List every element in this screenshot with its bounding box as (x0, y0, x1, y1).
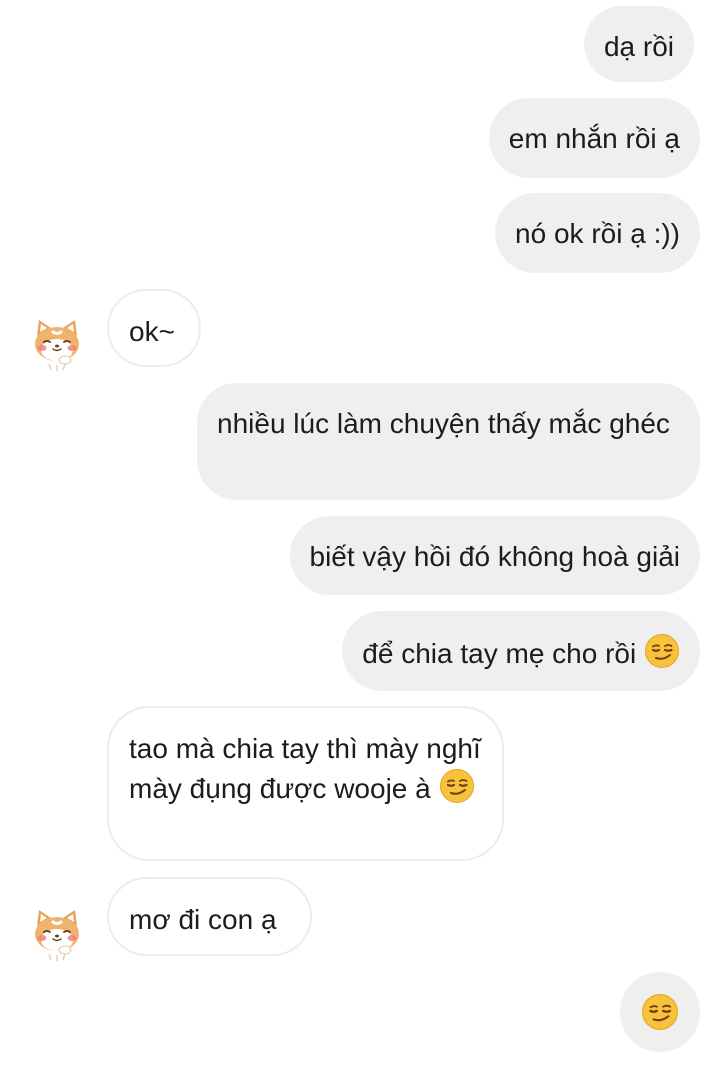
received-message-bubble[interactable]: mơ đi con ạ (107, 877, 312, 956)
message-text: mơ đi con ạ (129, 904, 277, 935)
sent-message-bubble[interactable]: để chia tay mẹ cho rồi (342, 611, 700, 691)
message-text: ok~ (129, 316, 175, 347)
sent-message-bubble[interactable]: dạ rồi (583, 6, 694, 82)
sent-message-bubble[interactable]: nhiều lúc làm chuyện thấy mắc ghéc (197, 383, 700, 500)
sent-message-bubble[interactable]: nó ok rồi ạ :)) (495, 193, 700, 273)
message-text: để chia tay mẹ cho rồi (362, 638, 637, 669)
message-text: nó ok rồi ạ :)) (515, 218, 680, 249)
smirk-emoji-icon (641, 993, 679, 1031)
message-text: em nhắn rồi ạ (508, 123, 680, 154)
received-message-bubble[interactable]: tao mà chia tay thì mày nghĩ mày đụng đư… (107, 706, 504, 861)
sent-message-bubble[interactable]: biết vậy hồi đó không hoà giải (289, 516, 700, 595)
sent-message-bubble[interactable]: em nhắn rồi ạ (488, 98, 700, 178)
message-text: dạ rồi (603, 31, 674, 62)
message-text: tao mà chia tay thì mày nghĩ mày đụng đư… (129, 733, 481, 804)
message-text: nhiều lúc làm chuyện thấy mắc ghéc (217, 408, 670, 439)
message-text: biết vậy hồi đó không hoà giải (309, 541, 681, 572)
smirk-emoji-icon (644, 633, 680, 669)
received-message-bubble[interactable]: ok~ (107, 289, 201, 367)
shiba-avatar-icon[interactable] (25, 900, 89, 964)
shiba-avatar-icon[interactable] (25, 310, 89, 374)
sent-message-bubble[interactable] (620, 972, 700, 1052)
smirk-emoji-icon (439, 768, 475, 804)
